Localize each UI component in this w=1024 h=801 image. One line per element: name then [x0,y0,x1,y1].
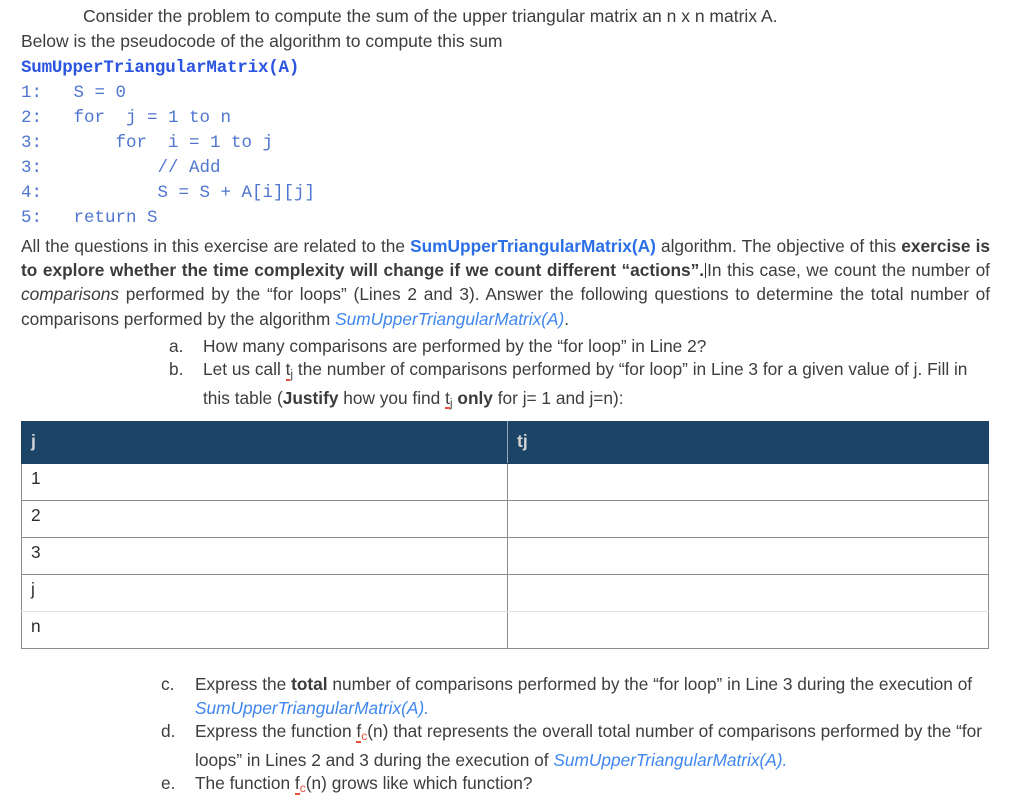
body-italic-comparisons: comparisons [21,284,119,305]
table-cell-j[interactable]: 3 [21,537,508,576]
question-marker-a: a. [169,335,184,356]
question-item-c: c. Express the total number of comparison… [161,673,990,720]
pseudocode-title: SumUpperTriangularMatrix(A) [21,58,300,78]
question-b-seg-1: Let us call [203,359,286,380]
variable-f-base: f [356,721,362,743]
table-cell-j[interactable]: 1 [21,463,508,502]
question-c-seg-1: Express the [195,674,292,695]
algorithm-name-italic: SumUpperTriangularMatrix(A) [335,308,565,329]
algorithm-name-italic: SumUpperTriangularMatrix(A). [195,697,429,718]
intro-paragraph: Consider the problem to compute the sum … [21,4,990,54]
document-page: Consider the problem to compute the sum … [0,0,1024,795]
answer-table: j tj 1 2 3 j n [21,421,989,650]
question-b-bold-only: only [452,387,493,408]
intro-line-2: Below is the pseudocode of the algorithm… [21,31,503,51]
table-cell-tj[interactable] [507,574,989,613]
question-marker-c: c. [161,674,175,695]
question-c-bold-total: total [291,674,328,695]
table-header-j: j [21,421,508,465]
question-e-seg-1: The function [195,773,295,794]
table-row: 1 [21,463,989,502]
pseudocode-line-5: 4: S = S + A[i][j] [21,183,316,203]
table-cell-j[interactable]: n [21,611,508,650]
questions-top-list: a. How many comparisons are performed by… [21,335,990,416]
pseudocode-line-4: 3: // Add [21,158,221,178]
table-cell-j[interactable]: 2 [21,500,508,539]
table-cell-tj[interactable] [507,463,989,502]
question-c-seg-2: number of comparisons performed by the “… [327,674,973,695]
question-b-seg-4: for j= 1 and j=n): [492,387,624,408]
questions-bottom-list: c. Express the total number of comparison… [21,673,990,801]
text-caret [705,263,707,279]
table-header-tj: tj [507,421,989,465]
table-row: j [21,574,989,613]
pseudocode-line-3: 3: for i = 1 to j [21,133,274,153]
body-seg-2: algorithm. The objective of this [655,236,902,256]
table-cell-tj[interactable] [507,611,989,650]
table-cell-j[interactable]: j [21,574,508,613]
pseudocode-line-6: 5: return S [21,208,158,228]
body-seg-5: . [564,308,570,329]
question-d-seg-1: Express the function [195,721,357,742]
answer-table-wrapper: j tj 1 2 3 j n [21,421,989,650]
question-item-a: a. How many comparisons are performed by… [169,335,990,359]
question-b-bold-justify: Justify [282,387,339,408]
question-e-seg-2: (n) grows like which function? [305,773,533,794]
question-marker-e: e. [161,773,176,794]
algorithm-name-italic: SumUpperTriangularMatrix(A). [553,749,788,770]
question-text-a: How many comparisons are performed by th… [203,335,707,356]
table-cell-tj[interactable] [507,500,989,539]
question-b-seg-3: how you find [338,387,446,408]
table-row: n [21,611,989,650]
body-seg-3: In this case, we count the number of [707,260,990,281]
algorithm-name-bold: SumUpperTriangularMatrix(A) [410,236,656,256]
pseudocode-line-1: 1: S = 0 [21,83,127,103]
body-seg-1: All the questions in this exercise are r… [21,236,411,256]
table-row: 3 [21,537,989,576]
variable-t2-base: t [445,387,450,410]
variable-f-base: f [294,773,300,795]
question-item-e: e. The function fc(n) grows like which fu… [161,772,990,801]
question-marker-d: d. [161,721,176,742]
table-header-row: j tj [21,421,989,465]
pseudocode-block: SumUpperTriangularMatrix(A) 1: S = 0 2: … [21,56,990,231]
question-item-b: b. Let us call tj the number of compariso… [169,358,990,415]
question-marker-b: b. [169,359,184,380]
table-cell-tj[interactable] [507,537,989,576]
table-row: 2 [21,500,989,539]
intro-line-1: Consider the problem to compute the sum … [83,6,778,26]
question-item-d: d. Express the function fc(n) that repres… [161,720,990,772]
body-paragraph: All the questions in this exercise are r… [21,234,990,331]
pseudocode-line-2: 2: for j = 1 to n [21,108,232,128]
variable-t-base: t [285,359,291,381]
